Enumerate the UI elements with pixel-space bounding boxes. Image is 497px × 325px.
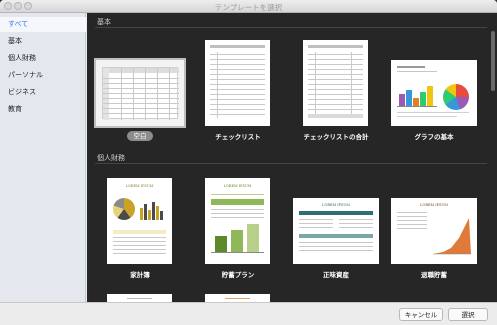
title-bar: テンプレートを選択	[0, 0, 497, 13]
section-divider	[95, 163, 487, 164]
sidebar-item-education[interactable]: 教育	[0, 102, 86, 117]
template-thumb-next-row[interactable]	[107, 294, 172, 302]
scrollbar-thumb[interactable]	[491, 31, 495, 91]
template-label-checklist: チェックリスト	[215, 133, 261, 141]
thumb-title-text: LOREM IPSUM	[223, 184, 252, 188]
thumb-title-text: LOREM IPSUM	[125, 184, 154, 188]
dialog-footer: キャンセル 選択	[0, 302, 497, 325]
window-title: テンプレートを選択	[214, 3, 283, 12]
template-label-blank: 空白	[127, 131, 153, 141]
sidebar-item-personal-finance[interactable]: 個人財務	[0, 51, 86, 66]
template-label-household-budget: 家計簿	[130, 271, 150, 279]
blank-sheet-preview	[102, 67, 179, 120]
cancel-button[interactable]: キャンセル	[399, 308, 443, 321]
thumb-title-text: LOREM IPSUM	[420, 203, 448, 207]
template-chooser-window: テンプレートを選択 すべて 基本 個人財務 パーソナル ビジネス 教育 基本 空…	[0, 0, 497, 325]
template-thumb-savings-plan[interactable]: LOREM IPSUM	[205, 178, 270, 264]
template-thumb-chart-basics[interactable]	[391, 60, 477, 126]
sidebar-item-business[interactable]: ビジネス	[0, 85, 86, 100]
template-thumb-net-worth[interactable]: LOREM IPSUM	[293, 198, 379, 264]
template-thumb-next-row[interactable]	[205, 294, 270, 302]
template-thumb-household-budget[interactable]: LOREM IPSUM	[107, 178, 172, 264]
template-thumb-checklist[interactable]	[205, 40, 270, 126]
section-divider	[95, 27, 487, 28]
select-button[interactable]: 選択	[448, 308, 488, 321]
section-title-basic: 基本	[97, 18, 111, 26]
gallery-scrollbar[interactable]	[489, 13, 497, 302]
template-thumb-retirement-savings[interactable]: LOREM IPSUM	[391, 198, 477, 264]
template-label-savings-plan: 貯蓄プラン	[221, 271, 255, 279]
pie-chart-preview	[443, 84, 469, 110]
category-sidebar: すべて 基本 個人財務 パーソナル ビジネス 教育	[0, 13, 86, 302]
template-label-retirement-savings: 退職貯蓄	[421, 271, 447, 279]
template-gallery: 基本 空白 チェックリスト チェックリストの合計 グラフの基本 個人財務 LOR…	[87, 13, 489, 302]
thumb-title-text: LOREM IPSUM	[322, 203, 350, 207]
section-title-personal-finance: 個人財務	[97, 154, 125, 162]
area-chart-preview	[433, 218, 471, 255]
sidebar-item-all[interactable]: すべて	[0, 17, 86, 32]
template-thumb-blank[interactable]	[94, 58, 186, 128]
sidebar-item-basic[interactable]: 基本	[0, 34, 86, 49]
sidebar-item-personal[interactable]: パーソナル	[0, 68, 86, 83]
template-label-net-worth: 正味資産	[323, 271, 349, 279]
template-label-chart-basics: グラフの基本	[414, 133, 454, 141]
template-thumb-checklist-total[interactable]	[303, 40, 368, 126]
template-label-checklist-total: チェックリストの合計	[303, 133, 369, 141]
